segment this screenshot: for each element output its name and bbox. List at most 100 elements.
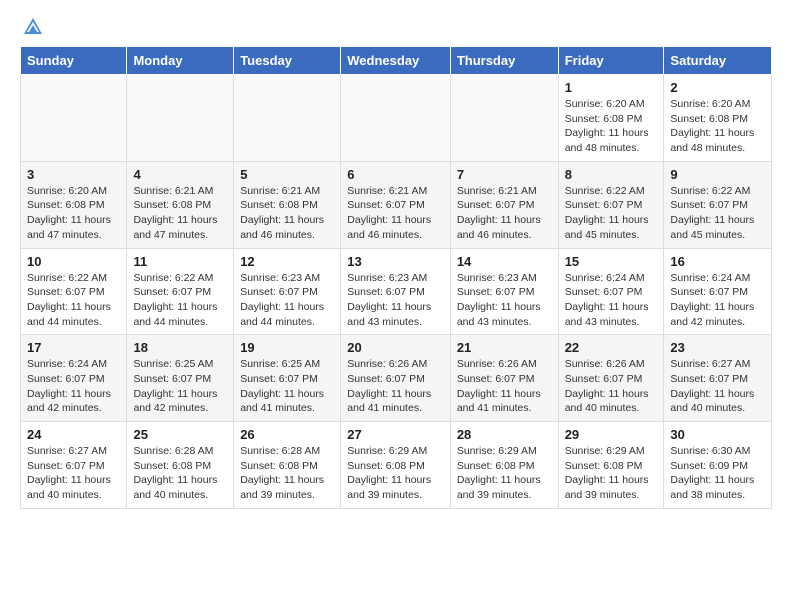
calendar-cell: 7 Sunrise: 6:21 AM Sunset: 6:07 PM Daylig… xyxy=(450,161,558,248)
calendar-cell: 29 Sunrise: 6:29 AM Sunset: 6:08 PM Dayli… xyxy=(558,422,664,509)
calendar-cell: 9Sunrise: 6:22 AM Sunset: 6:07 PM Daylig… xyxy=(664,161,772,248)
calendar-table: SundayMondayTuesdayWednesdayThursdayFrid… xyxy=(20,46,772,509)
day-number: 26 xyxy=(240,427,334,442)
day-number: 4 xyxy=(133,167,227,182)
calendar-cell: 17Sunrise: 6:24 AM Sunset: 6:07 PM Dayli… xyxy=(21,335,127,422)
calendar-cell: 12 Sunrise: 6:23 AM Sunset: 6:07 PM Dayli… xyxy=(234,248,341,335)
day-info: Sunrise: 6:23 AM Sunset: 6:07 PM Dayligh… xyxy=(457,271,552,330)
calendar-cell xyxy=(341,75,451,162)
day-number: 28 xyxy=(457,427,552,442)
calendar-cell: 13Sunrise: 6:23 AM Sunset: 6:07 PM Dayli… xyxy=(341,248,451,335)
day-number: 27 xyxy=(347,427,444,442)
calendar-cell: 10 Sunrise: 6:22 AM Sunset: 6:07 PM Dayli… xyxy=(21,248,127,335)
calendar-cell: 16Sunrise: 6:24 AM Sunset: 6:07 PM Dayli… xyxy=(664,248,772,335)
calendar-week-2: 3Sunrise: 6:20 AM Sunset: 6:08 PM Daylig… xyxy=(21,161,772,248)
calendar-week-4: 17Sunrise: 6:24 AM Sunset: 6:07 PM Dayli… xyxy=(21,335,772,422)
calendar-cell: 26 Sunrise: 6:28 AM Sunset: 6:08 PM Dayli… xyxy=(234,422,341,509)
weekday-header-friday: Friday xyxy=(558,47,664,75)
weekday-header-wednesday: Wednesday xyxy=(341,47,451,75)
day-info: Sunrise: 6:29 AM Sunset: 6:08 PM Dayligh… xyxy=(347,444,444,503)
day-info: Sunrise: 6:20 AM Sunset: 6:08 PM Dayligh… xyxy=(670,97,765,156)
calendar-cell: 25 Sunrise: 6:28 AM Sunset: 6:08 PM Dayli… xyxy=(127,422,234,509)
day-number: 2 xyxy=(670,80,765,95)
day-info: Sunrise: 6:30 AM Sunset: 6:09 PM Dayligh… xyxy=(670,444,765,503)
calendar-cell: 4 Sunrise: 6:21 AM Sunset: 6:08 PM Daylig… xyxy=(127,161,234,248)
day-info: Sunrise: 6:27 AM Sunset: 6:07 PM Dayligh… xyxy=(27,444,120,503)
day-number: 10 xyxy=(27,254,120,269)
day-info: Sunrise: 6:20 AM Sunset: 6:08 PM Dayligh… xyxy=(565,97,658,156)
day-info: Sunrise: 6:25 AM Sunset: 6:07 PM Dayligh… xyxy=(133,357,227,416)
calendar-cell: 22 Sunrise: 6:26 AM Sunset: 6:07 PM Dayli… xyxy=(558,335,664,422)
day-number: 23 xyxy=(670,340,765,355)
day-info: Sunrise: 6:24 AM Sunset: 6:07 PM Dayligh… xyxy=(27,357,120,416)
calendar-cell xyxy=(127,75,234,162)
day-number: 29 xyxy=(565,427,658,442)
calendar-week-1: 1 Sunrise: 6:20 AM Sunset: 6:08 PM Daylig… xyxy=(21,75,772,162)
day-info: Sunrise: 6:22 AM Sunset: 6:07 PM Dayligh… xyxy=(565,184,658,243)
day-info: Sunrise: 6:21 AM Sunset: 6:07 PM Dayligh… xyxy=(347,184,444,243)
day-info: Sunrise: 6:21 AM Sunset: 6:08 PM Dayligh… xyxy=(133,184,227,243)
day-number: 15 xyxy=(565,254,658,269)
day-number: 22 xyxy=(565,340,658,355)
calendar-cell xyxy=(450,75,558,162)
calendar-cell: 6 Sunrise: 6:21 AM Sunset: 6:07 PM Daylig… xyxy=(341,161,451,248)
day-number: 11 xyxy=(133,254,227,269)
calendar-cell: 19Sunrise: 6:25 AM Sunset: 6:07 PM Dayli… xyxy=(234,335,341,422)
day-number: 12 xyxy=(240,254,334,269)
day-number: 8 xyxy=(565,167,658,182)
weekday-header-sunday: Sunday xyxy=(21,47,127,75)
day-info: Sunrise: 6:26 AM Sunset: 6:07 PM Dayligh… xyxy=(565,357,658,416)
day-info: Sunrise: 6:28 AM Sunset: 6:08 PM Dayligh… xyxy=(240,444,334,503)
weekday-header-monday: Monday xyxy=(127,47,234,75)
calendar-cell: 5 Sunrise: 6:21 AM Sunset: 6:08 PM Daylig… xyxy=(234,161,341,248)
calendar-cell: 30 Sunrise: 6:30 AM Sunset: 6:09 PM Dayli… xyxy=(664,422,772,509)
calendar-week-5: 24 Sunrise: 6:27 AM Sunset: 6:07 PM Dayli… xyxy=(21,422,772,509)
day-info: Sunrise: 6:23 AM Sunset: 6:07 PM Dayligh… xyxy=(240,271,334,330)
calendar-cell: 20Sunrise: 6:26 AM Sunset: 6:07 PM Dayli… xyxy=(341,335,451,422)
logo xyxy=(20,16,48,38)
day-info: Sunrise: 6:24 AM Sunset: 6:07 PM Dayligh… xyxy=(670,271,765,330)
calendar-cell: 23Sunrise: 6:27 AM Sunset: 6:07 PM Dayli… xyxy=(664,335,772,422)
calendar-cell: 11 Sunrise: 6:22 AM Sunset: 6:07 PM Dayli… xyxy=(127,248,234,335)
day-number: 14 xyxy=(457,254,552,269)
calendar-cell: 27 Sunrise: 6:29 AM Sunset: 6:08 PM Dayli… xyxy=(341,422,451,509)
day-info: Sunrise: 6:26 AM Sunset: 6:07 PM Dayligh… xyxy=(347,357,444,416)
calendar-cell: 8 Sunrise: 6:22 AM Sunset: 6:07 PM Daylig… xyxy=(558,161,664,248)
day-number: 7 xyxy=(457,167,552,182)
calendar-cell: 18 Sunrise: 6:25 AM Sunset: 6:07 PM Dayli… xyxy=(127,335,234,422)
day-number: 1 xyxy=(565,80,658,95)
day-number: 21 xyxy=(457,340,552,355)
calendar-cell: 14 Sunrise: 6:23 AM Sunset: 6:07 PM Dayli… xyxy=(450,248,558,335)
calendar-cell: 15 Sunrise: 6:24 AM Sunset: 6:07 PM Dayli… xyxy=(558,248,664,335)
day-info: Sunrise: 6:22 AM Sunset: 6:07 PM Dayligh… xyxy=(133,271,227,330)
day-number: 6 xyxy=(347,167,444,182)
calendar-cell: 28Sunrise: 6:29 AM Sunset: 6:08 PM Dayli… xyxy=(450,422,558,509)
weekday-header-saturday: Saturday xyxy=(664,47,772,75)
calendar-week-3: 10 Sunrise: 6:22 AM Sunset: 6:07 PM Dayli… xyxy=(21,248,772,335)
day-number: 9 xyxy=(670,167,765,182)
day-number: 3 xyxy=(27,167,120,182)
day-number: 25 xyxy=(133,427,227,442)
day-info: Sunrise: 6:21 AM Sunset: 6:07 PM Dayligh… xyxy=(457,184,552,243)
calendar-cell: 24 Sunrise: 6:27 AM Sunset: 6:07 PM Dayli… xyxy=(21,422,127,509)
calendar-cell xyxy=(21,75,127,162)
calendar-cell: 3Sunrise: 6:20 AM Sunset: 6:08 PM Daylig… xyxy=(21,161,127,248)
logo-icon xyxy=(22,16,44,38)
day-info: Sunrise: 6:23 AM Sunset: 6:07 PM Dayligh… xyxy=(347,271,444,330)
header xyxy=(20,16,772,38)
day-info: Sunrise: 6:25 AM Sunset: 6:07 PM Dayligh… xyxy=(240,357,334,416)
weekday-header-thursday: Thursday xyxy=(450,47,558,75)
day-number: 5 xyxy=(240,167,334,182)
day-info: Sunrise: 6:21 AM Sunset: 6:08 PM Dayligh… xyxy=(240,184,334,243)
day-info: Sunrise: 6:29 AM Sunset: 6:08 PM Dayligh… xyxy=(565,444,658,503)
calendar-cell: 21 Sunrise: 6:26 AM Sunset: 6:07 PM Dayli… xyxy=(450,335,558,422)
page: SundayMondayTuesdayWednesdayThursdayFrid… xyxy=(0,0,792,529)
day-number: 18 xyxy=(133,340,227,355)
weekday-header-row: SundayMondayTuesdayWednesdayThursdayFrid… xyxy=(21,47,772,75)
day-info: Sunrise: 6:26 AM Sunset: 6:07 PM Dayligh… xyxy=(457,357,552,416)
day-info: Sunrise: 6:22 AM Sunset: 6:07 PM Dayligh… xyxy=(27,271,120,330)
day-number: 24 xyxy=(27,427,120,442)
day-number: 30 xyxy=(670,427,765,442)
day-info: Sunrise: 6:24 AM Sunset: 6:07 PM Dayligh… xyxy=(565,271,658,330)
day-info: Sunrise: 6:28 AM Sunset: 6:08 PM Dayligh… xyxy=(133,444,227,503)
